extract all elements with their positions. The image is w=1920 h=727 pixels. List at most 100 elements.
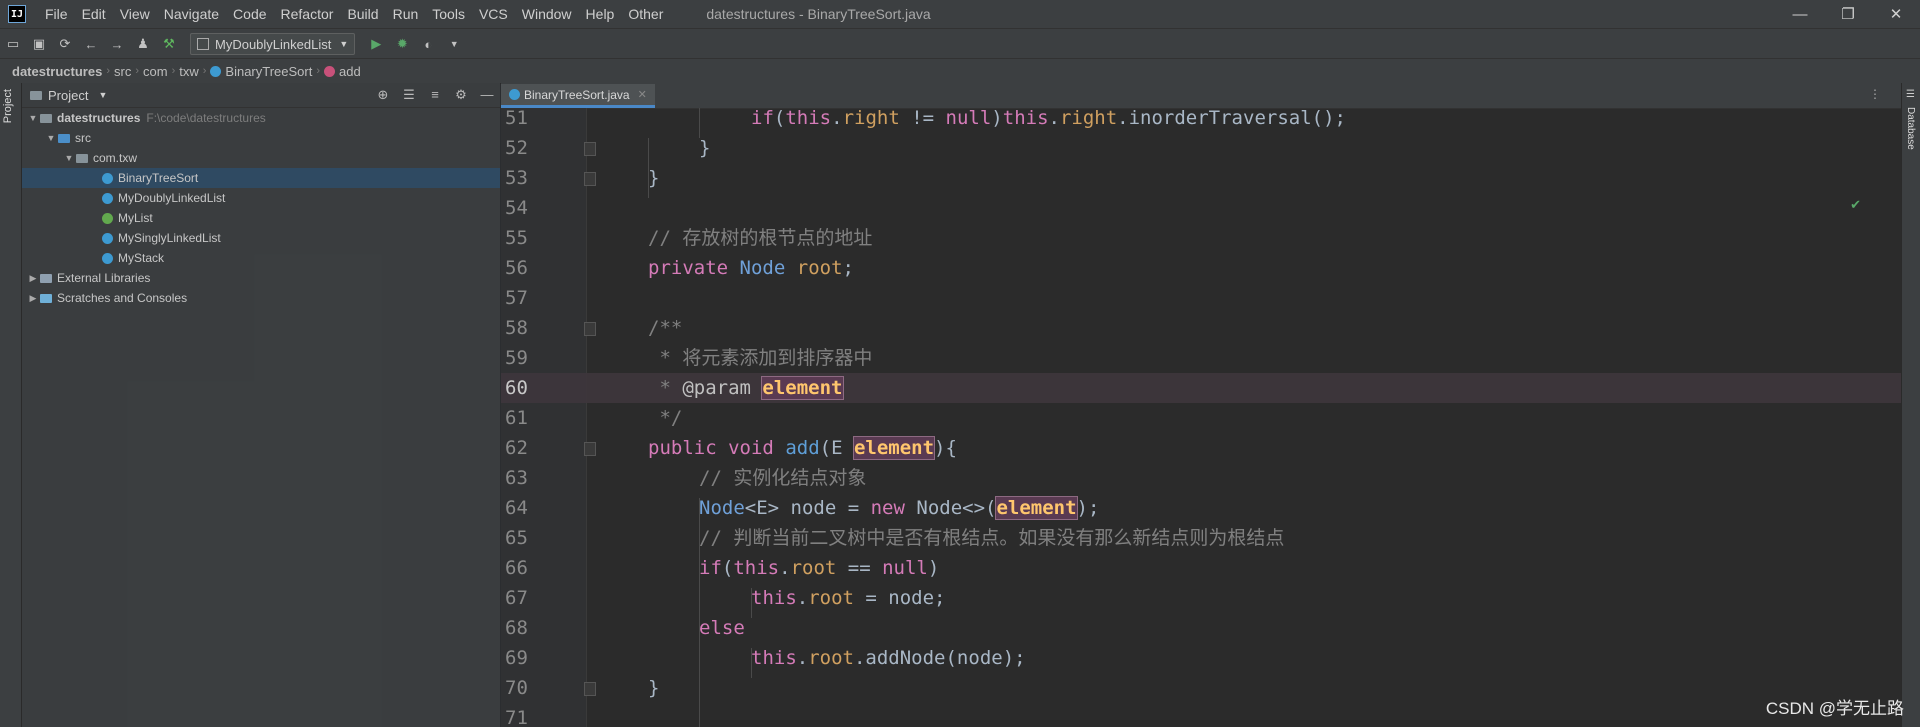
save-icon[interactable]: ▣ bbox=[28, 33, 50, 55]
tree-item-scratches[interactable]: ▶ Scratches and Consoles bbox=[22, 288, 500, 308]
hide-icon[interactable]: — bbox=[474, 87, 500, 103]
file-label: MyList bbox=[118, 211, 153, 225]
fold-marker-icon[interactable] bbox=[584, 682, 596, 696]
more-run-icon[interactable]: ▼ bbox=[443, 33, 465, 55]
line-text: * @param element bbox=[648, 376, 844, 400]
debug-icon[interactable]: ✹ bbox=[391, 33, 413, 55]
watermark: CSDN @学无止路 bbox=[1765, 699, 1904, 718]
database-tool-tab[interactable]: Database bbox=[1905, 107, 1916, 150]
external-libraries-label: External Libraries bbox=[57, 271, 151, 285]
tab-binarytreesort[interactable]: BinaryTreeSort.java ✕ bbox=[501, 84, 655, 108]
project-root-label: datestructures bbox=[57, 111, 141, 125]
file-label: MySinglyLinkedList bbox=[118, 231, 221, 245]
menu-refactor[interactable]: Refactor bbox=[274, 0, 341, 28]
left-tool-strip: Project bbox=[0, 83, 22, 727]
line-number: 67 bbox=[505, 587, 528, 609]
restore-button[interactable]: ❐ bbox=[1824, 0, 1872, 28]
project-panel-actions: ⊕ ☰ ≡ ⚙ — bbox=[370, 87, 500, 103]
collapse-all-icon[interactable]: ≡ bbox=[422, 87, 448, 103]
tree-item-src[interactable]: ▼ src bbox=[22, 128, 500, 148]
tree-item-file[interactable]: MyDoublyLinkedList bbox=[22, 188, 500, 208]
menu-edit[interactable]: Edit bbox=[75, 0, 113, 28]
back-icon[interactable]: ← bbox=[80, 33, 102, 55]
close-window-button[interactable]: ✕ bbox=[1872, 0, 1920, 28]
expand-arrow-icon[interactable]: ▼ bbox=[44, 133, 58, 143]
tab-actions-icon[interactable]: ⋮ bbox=[1869, 87, 1881, 101]
code-area[interactable]: 51 if(this.right != null)this.right.inord… bbox=[501, 108, 1901, 727]
line-text: // 判断当前二叉树中是否有根结点。如果没有那么新结点则为根结点 bbox=[699, 527, 1285, 549]
run-configuration-select[interactable]: MyDoublyLinkedList ▼ bbox=[190, 33, 356, 55]
menu-vcs[interactable]: VCS bbox=[472, 0, 515, 28]
sync-icon[interactable]: ⟳ bbox=[54, 33, 76, 55]
tree-item-file[interactable]: MyList bbox=[22, 208, 500, 228]
menu-help[interactable]: Help bbox=[579, 0, 622, 28]
window-controls: — ❐ ✕ bbox=[1776, 0, 1920, 28]
inspection-ok-icon[interactable]: ✔ bbox=[1850, 197, 1861, 213]
fold-marker-icon[interactable] bbox=[584, 142, 596, 156]
tree-item-external-libraries[interactable]: ▶ External Libraries bbox=[22, 268, 500, 288]
open-folder-icon[interactable]: ▭ bbox=[2, 33, 24, 55]
menu-build[interactable]: Build bbox=[340, 0, 385, 28]
project-root-path: F:\code\datestructures bbox=[146, 111, 266, 125]
line-number: 68 bbox=[505, 617, 528, 639]
breadcrumb-class[interactable]: BinaryTreeSort bbox=[206, 64, 316, 79]
forward-icon[interactable]: → bbox=[106, 33, 128, 55]
expand-arrow-icon[interactable]: ▼ bbox=[62, 153, 76, 163]
project-view-select[interactable]: Project bbox=[48, 88, 88, 103]
menu-bar: IJ File Edit View Navigate Code Refactor… bbox=[0, 0, 1920, 28]
line-number: 55 bbox=[505, 227, 528, 249]
line-number: 54 bbox=[505, 197, 528, 219]
menu-run[interactable]: Run bbox=[386, 0, 426, 28]
menu-navigate[interactable]: Navigate bbox=[157, 0, 226, 28]
user-icon[interactable]: ♟ bbox=[132, 33, 154, 55]
gear-icon[interactable]: ⚙ bbox=[448, 87, 474, 103]
fold-marker-icon[interactable] bbox=[584, 172, 596, 186]
code-line: 64 Node<E> node = new Node<>(element); bbox=[501, 493, 1901, 523]
minimize-button[interactable]: — bbox=[1776, 0, 1824, 28]
menu-view[interactable]: View bbox=[113, 0, 157, 28]
expand-arrow-icon[interactable]: ▼ bbox=[26, 113, 40, 123]
menu-other[interactable]: Other bbox=[621, 0, 670, 28]
interface-icon bbox=[102, 212, 113, 224]
class-icon bbox=[102, 252, 113, 264]
expand-all-icon[interactable]: ☰ bbox=[396, 87, 422, 103]
expand-arrow-icon[interactable]: ▶ bbox=[26, 273, 40, 284]
menu-window[interactable]: Window bbox=[515, 0, 579, 28]
run-icon[interactable]: ▶ bbox=[365, 33, 387, 55]
class-icon bbox=[102, 192, 113, 204]
fold-marker-icon[interactable] bbox=[584, 442, 596, 456]
fold-marker-icon[interactable] bbox=[584, 322, 596, 336]
tree-item-file[interactable]: MyStack bbox=[22, 248, 500, 268]
breadcrumb-src[interactable]: src bbox=[110, 64, 135, 79]
build-hammer-icon[interactable]: ⚒ bbox=[158, 33, 180, 55]
code-line: 53} bbox=[501, 163, 1901, 193]
breadcrumb-txw[interactable]: txw bbox=[175, 64, 203, 79]
locate-icon[interactable]: ⊕ bbox=[370, 87, 396, 103]
tree-item-file[interactable]: BinaryTreeSort bbox=[22, 168, 500, 188]
breadcrumb-method[interactable]: add bbox=[320, 64, 365, 79]
line-number: 57 bbox=[505, 287, 528, 309]
line-number: 69 bbox=[505, 647, 528, 669]
breadcrumb-com[interactable]: com bbox=[139, 64, 172, 79]
tree-item-project-root[interactable]: ▼ datestructures F:\code\datestructures bbox=[22, 108, 500, 128]
coverage-icon[interactable]: ◐ bbox=[417, 33, 439, 55]
breadcrumb-project[interactable]: datestructures bbox=[8, 64, 106, 79]
code-line: 59 * 将元素添加到排序器中 bbox=[501, 343, 1901, 373]
project-view-icon bbox=[30, 90, 42, 100]
menu-code[interactable]: Code bbox=[226, 0, 273, 28]
line-number: 70 bbox=[505, 677, 528, 699]
menu-file[interactable]: File bbox=[38, 0, 75, 28]
menu-tools[interactable]: Tools bbox=[425, 0, 472, 28]
chevron-down-icon[interactable]: ▼ bbox=[98, 90, 107, 100]
breadcrumb-class-label: BinaryTreeSort bbox=[225, 63, 313, 79]
project-tool-tab[interactable]: Project bbox=[2, 89, 14, 123]
chevron-down-icon: ▼ bbox=[339, 39, 349, 49]
tree-item-package[interactable]: ▼ com.txw bbox=[22, 148, 500, 168]
line-text: } bbox=[648, 167, 660, 189]
expand-arrow-icon[interactable]: ▶ bbox=[26, 293, 40, 304]
tree-item-file[interactable]: MySinglyLinkedList bbox=[22, 228, 500, 248]
code-line: 61 */ bbox=[501, 403, 1901, 433]
close-tab-icon[interactable]: ✕ bbox=[638, 88, 647, 101]
line-text: Node<E> node = new Node<>(element); bbox=[699, 496, 1100, 520]
window-title: datestructures - BinaryTreeSort.java bbox=[706, 6, 931, 22]
